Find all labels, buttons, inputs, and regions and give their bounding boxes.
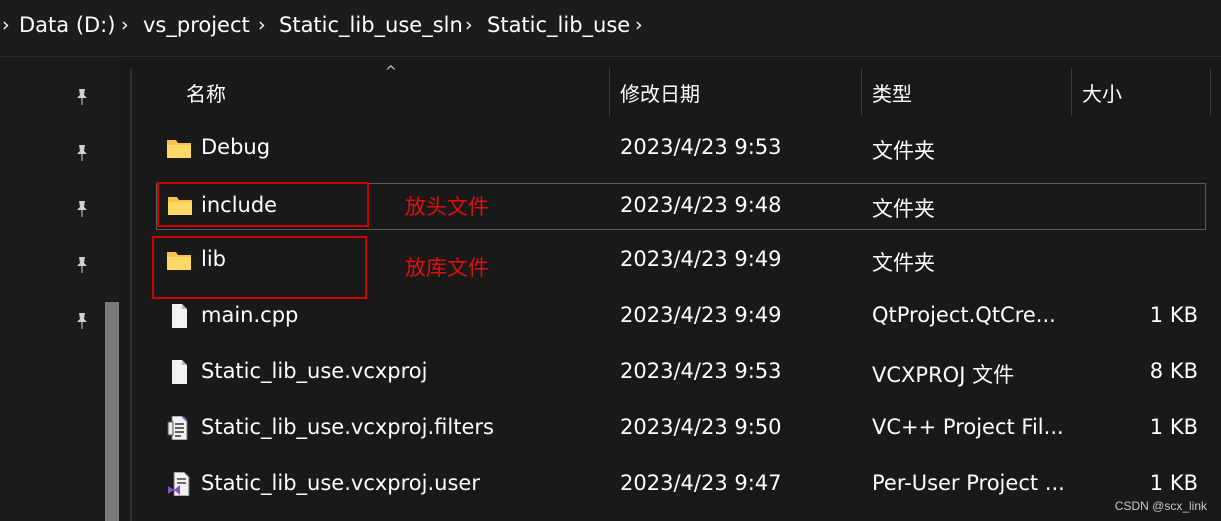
file-name: Static_lib_use.vcxproj.user (201, 471, 480, 495)
file-type: QtProject.QtCre... (872, 303, 1056, 327)
annotation-lib-note: 放库文件 (405, 256, 489, 280)
file-name: Static_lib_use.vcxproj (201, 359, 428, 383)
breadcrumb-item-vs-project[interactable]: vs_project (143, 13, 250, 37)
address-bar[interactable]: › Data (D:) › vs_project › Static_lib_us… (0, 0, 1221, 57)
breadcrumb-item-sln[interactable]: Static_lib_use_sln (279, 13, 463, 37)
chevron-right-icon[interactable]: › (2, 14, 10, 36)
column-header-size[interactable]: 大小 (1082, 78, 1122, 107)
file-size: 1 KB (1149, 415, 1198, 439)
file-modified: 2023/4/23 9:53 (620, 359, 782, 383)
file-row-debug[interactable]: Debug 2023/4/23 9:53 文件夹 (156, 122, 1206, 178)
file-name: Debug (201, 135, 271, 159)
column-header-type[interactable]: 类型 (872, 78, 912, 107)
navigation-pane (0, 57, 120, 521)
pin-icon[interactable] (72, 199, 92, 219)
file-modified: 2023/4/23 9:49 (620, 303, 782, 327)
annotation-include-note: 放头文件 (405, 195, 489, 219)
file-name: main.cpp (201, 303, 299, 327)
navigation-scrollbar[interactable] (105, 302, 119, 521)
file-type: Per-User Project ... (872, 471, 1065, 495)
file-icon (172, 304, 187, 328)
chevron-right-icon[interactable]: › (121, 14, 129, 36)
file-type: VCXPROJ 文件 (872, 363, 1015, 387)
file-type: VC++ Project Fil... (872, 415, 1064, 439)
column-divider[interactable] (1071, 68, 1072, 116)
breadcrumb-item-drive[interactable]: Data (D:) (19, 13, 115, 37)
file-size: 1 KB (1149, 471, 1198, 495)
pin-icon[interactable] (72, 143, 92, 163)
file-modified: 2023/4/23 9:48 (620, 193, 782, 217)
chevron-right-icon[interactable]: › (635, 14, 643, 36)
file-modified: 2023/4/23 9:49 (620, 247, 782, 271)
chevron-right-icon[interactable]: › (258, 14, 266, 36)
column-header-modified[interactable]: 修改日期 (620, 78, 700, 107)
column-divider[interactable] (1210, 68, 1211, 116)
vs-user-file-icon (168, 472, 190, 496)
vcxproj-filters-icon (167, 416, 188, 440)
pin-icon[interactable] (72, 87, 92, 107)
pane-splitter[interactable] (130, 68, 132, 521)
file-type: 文件夹 (872, 139, 935, 163)
file-size: 8 KB (1149, 359, 1198, 383)
column-divider[interactable] (861, 68, 862, 116)
sort-ascending-icon: ^ (385, 64, 397, 80)
annotation-box-lib (152, 236, 367, 299)
pin-icon[interactable] (72, 255, 92, 275)
annotation-box-include (157, 182, 369, 227)
file-type: 文件夹 (872, 251, 935, 275)
chevron-right-icon[interactable]: › (465, 14, 473, 36)
file-row-vcxproj-user[interactable]: Static_lib_use.vcxproj.user 2023/4/23 9:… (156, 458, 1206, 514)
folder-icon (167, 140, 191, 158)
file-row-vcxproj-filters[interactable]: Static_lib_use.vcxproj.filters 2023/4/23… (156, 402, 1206, 458)
file-modified: 2023/4/23 9:50 (620, 415, 782, 439)
file-name: Static_lib_use.vcxproj.filters (201, 415, 494, 439)
column-header-name[interactable]: 名称 (186, 78, 226, 107)
breadcrumb-item-project[interactable]: Static_lib_use (487, 13, 630, 37)
file-modified: 2023/4/23 9:47 (620, 471, 782, 495)
file-modified: 2023/4/23 9:53 (620, 135, 782, 159)
file-type: 文件夹 (872, 197, 935, 221)
file-row-vcxproj[interactable]: Static_lib_use.vcxproj 2023/4/23 9:53 VC… (156, 346, 1206, 402)
column-divider[interactable] (609, 68, 610, 116)
file-size: 1 KB (1149, 303, 1198, 327)
watermark: CSDN @scx_link (1114, 499, 1207, 513)
pin-icon[interactable] (72, 311, 92, 331)
file-icon (172, 360, 187, 384)
